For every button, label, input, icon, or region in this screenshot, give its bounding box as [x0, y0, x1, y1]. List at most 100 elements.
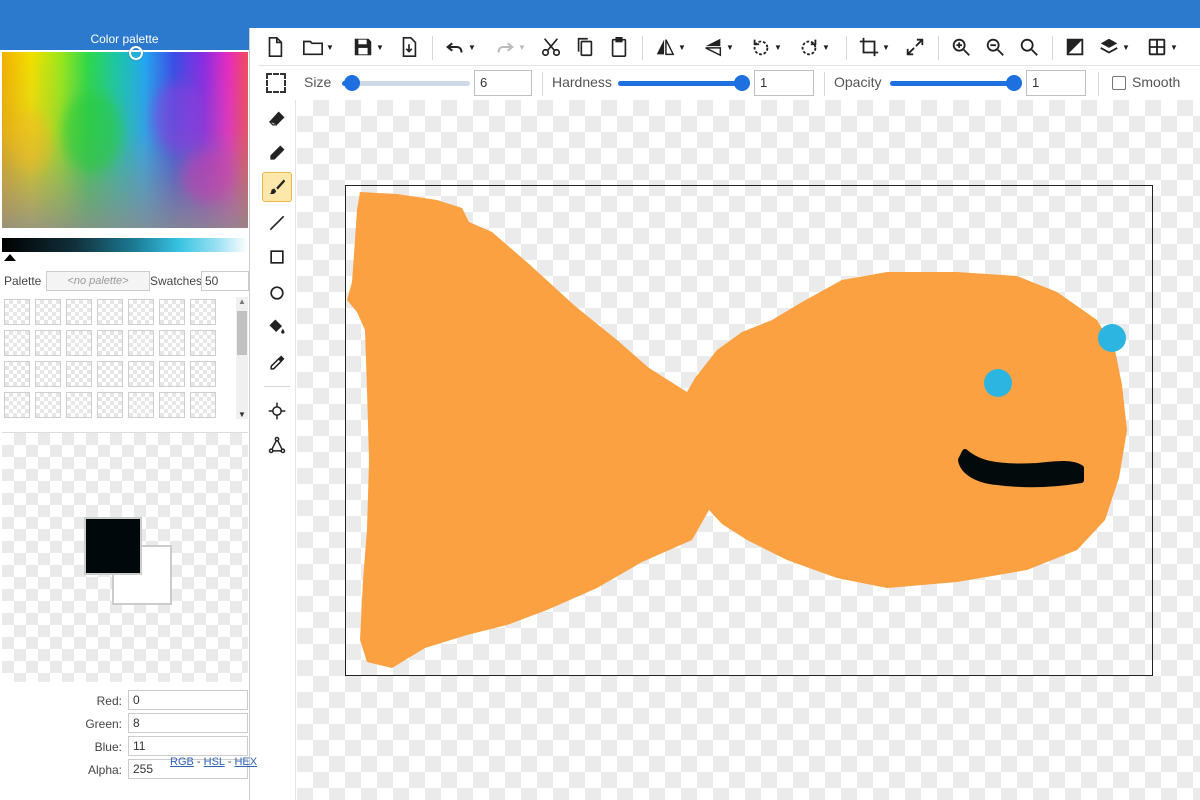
palette-swatch[interactable]	[159, 330, 185, 356]
pencil-tool[interactable]	[262, 138, 292, 168]
redo-button[interactable]: ▼	[494, 34, 526, 60]
primary-color-swatch[interactable]	[84, 517, 142, 575]
swatches-input[interactable]: 50	[201, 271, 249, 291]
undo-icon	[446, 42, 463, 53]
palette-swatch[interactable]	[35, 330, 61, 356]
opacity-slider-knob[interactable]	[1006, 75, 1022, 91]
color-picker-field[interactable]	[2, 52, 248, 228]
zoom-in-button[interactable]	[950, 34, 972, 60]
copy-button[interactable]	[574, 34, 596, 60]
opacity-slider[interactable]	[890, 75, 1022, 91]
rotate-left-button[interactable]: ▼	[750, 34, 782, 60]
zoom-out-button[interactable]	[984, 34, 1006, 60]
crop-button[interactable]: ▼	[858, 34, 890, 60]
selection-icon[interactable]	[266, 73, 286, 93]
clone-tool[interactable]	[262, 396, 292, 426]
palette-swatch[interactable]	[35, 392, 61, 418]
flip-horizontal-button[interactable]: ▼	[654, 34, 686, 60]
green-label: Green:	[85, 717, 122, 731]
lightness-marker[interactable]	[4, 254, 16, 261]
palette-swatch[interactable]	[190, 361, 216, 387]
open-button[interactable]: ▼	[302, 34, 334, 60]
transform-tool[interactable]	[262, 430, 292, 460]
transform-icon	[268, 436, 286, 454]
blue-input[interactable]: 11	[128, 736, 248, 756]
mode-rgb-link[interactable]: RGB	[170, 756, 194, 768]
layers-button[interactable]: ▼	[1098, 34, 1130, 60]
palette-swatch[interactable]	[97, 361, 123, 387]
smooth-checkbox[interactable]	[1112, 76, 1126, 90]
palette-swatch[interactable]	[35, 299, 61, 325]
palette-swatch[interactable]	[97, 299, 123, 325]
flip-vertical-button[interactable]: ▼	[702, 34, 734, 60]
line-tool[interactable]	[262, 208, 292, 238]
opacity-input[interactable]: 1	[1026, 70, 1086, 96]
palette-swatch[interactable]	[159, 361, 185, 387]
palette-swatch[interactable]	[190, 299, 216, 325]
size-input[interactable]: 6	[474, 70, 532, 96]
fill-icon	[269, 319, 285, 334]
palette-swatch[interactable]	[66, 392, 92, 418]
scroll-down-icon[interactable]: ▼	[238, 410, 246, 419]
lightness-strip[interactable]	[2, 238, 248, 252]
swatches-label: Swatches	[150, 274, 203, 288]
palette-swatch[interactable]	[66, 299, 92, 325]
red-input[interactable]: 0	[128, 690, 248, 710]
hardness-slider[interactable]	[618, 75, 750, 91]
size-slider-knob[interactable]	[344, 75, 360, 91]
swatch-scrollbar[interactable]: ▲ ▼	[236, 297, 248, 419]
canvas-workspace[interactable]	[297, 100, 1200, 800]
palette-swatch[interactable]	[35, 361, 61, 387]
palette-swatch[interactable]	[4, 299, 30, 325]
palette-swatch[interactable]	[159, 299, 185, 325]
ellipse-tool[interactable]	[262, 278, 292, 308]
palette-swatch[interactable]	[4, 392, 30, 418]
palette-swatch[interactable]	[190, 330, 216, 356]
new-file-button[interactable]	[264, 34, 286, 60]
palette-swatch[interactable]	[4, 330, 30, 356]
palette-swatch[interactable]	[128, 330, 154, 356]
scroll-thumb[interactable]	[237, 311, 247, 355]
paste-button[interactable]	[608, 34, 630, 60]
palette-swatch[interactable]	[66, 330, 92, 356]
palette-swatch[interactable]	[128, 299, 154, 325]
eyedropper-icon	[270, 355, 285, 370]
line-icon	[269, 215, 285, 231]
size-label: Size	[304, 74, 332, 90]
cut-button[interactable]	[540, 34, 562, 60]
palette-swatch[interactable]	[97, 392, 123, 418]
scroll-up-icon[interactable]: ▲	[238, 297, 246, 306]
app-top-bar	[0, 0, 1200, 28]
size-slider[interactable]	[342, 75, 470, 91]
effects-button[interactable]	[1064, 34, 1086, 60]
save-button[interactable]: ▼	[352, 34, 384, 60]
eraser-tool[interactable]	[262, 104, 292, 134]
swatch-grid	[4, 299, 236, 419]
palette-swatch[interactable]	[66, 361, 92, 387]
grid-button[interactable]: ▼	[1146, 34, 1178, 60]
palette-select[interactable]: <no palette>	[46, 271, 150, 291]
palette-swatch[interactable]	[128, 361, 154, 387]
palette-swatch[interactable]	[4, 361, 30, 387]
hardness-slider-knob[interactable]	[734, 75, 750, 91]
undo-button[interactable]: ▼	[444, 34, 476, 60]
palette-swatch[interactable]	[190, 392, 216, 418]
palette-swatch[interactable]	[97, 330, 123, 356]
palette-swatch[interactable]	[159, 392, 185, 418]
green-input[interactable]: 8	[128, 713, 248, 733]
eyedropper-tool[interactable]	[262, 348, 292, 378]
hardness-input[interactable]: 1	[754, 70, 814, 96]
rectangle-tool[interactable]	[262, 242, 292, 272]
palette-swatch[interactable]	[128, 392, 154, 418]
rotate-right-button[interactable]: ▼	[798, 34, 830, 60]
color-picker-handle[interactable]	[129, 46, 143, 60]
save-as-button[interactable]	[398, 34, 420, 60]
resize-button[interactable]	[904, 34, 926, 60]
zoom-fit-button[interactable]	[1018, 34, 1040, 60]
opacity-label: Opacity	[834, 74, 882, 90]
mode-hsl-link[interactable]: HSL	[204, 756, 225, 768]
mode-hex-link[interactable]: HEX	[234, 756, 257, 768]
fill-tool[interactable]	[262, 312, 292, 342]
brush-tool[interactable]	[262, 172, 292, 202]
drawing-canvas[interactable]	[345, 185, 1153, 676]
